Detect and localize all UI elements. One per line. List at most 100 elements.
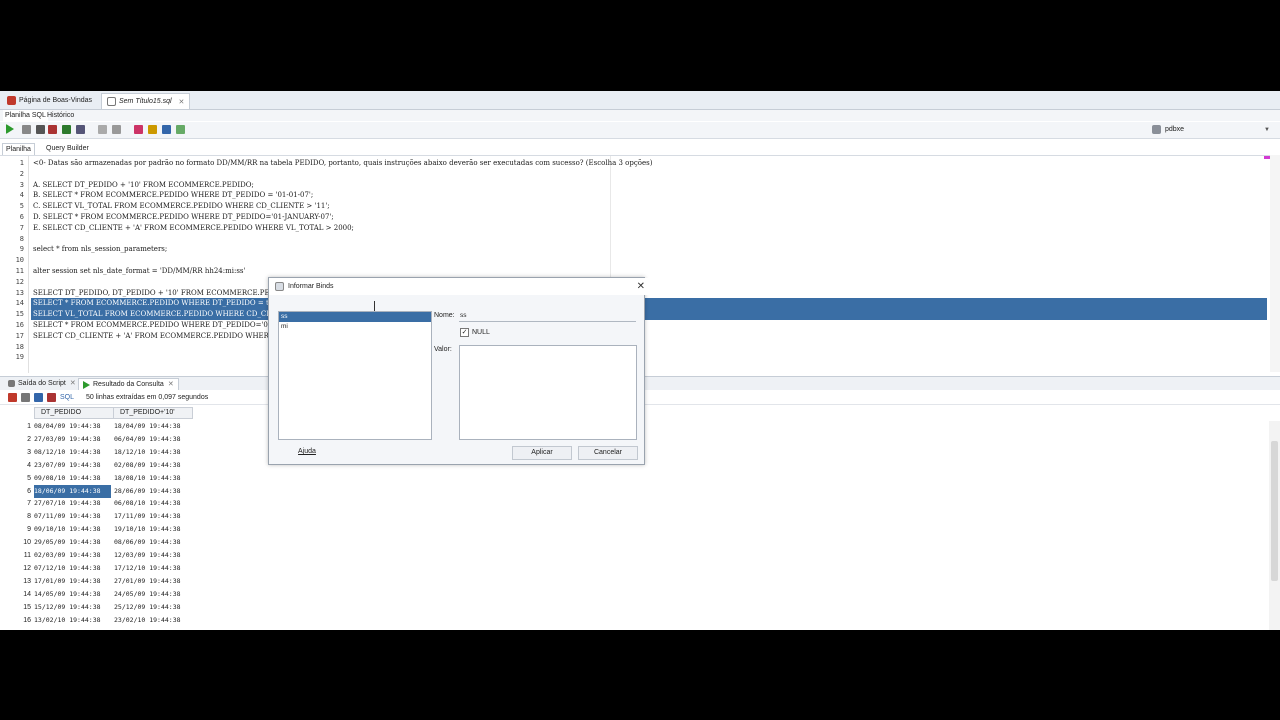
table-cell[interactable]: 27/01/09 19:44:38 — [114, 575, 191, 588]
table-cell[interactable]: 13/02/10 19:44:38 — [34, 614, 111, 627]
tab-history[interactable]: Histórico — [45, 110, 76, 121]
table-cell[interactable]: 27/03/09 19:44:38 — [34, 433, 111, 446]
table-cell[interactable]: 02/08/09 19:44:38 — [114, 459, 191, 472]
refresh-icon[interactable] — [34, 392, 43, 402]
table-cell[interactable]: 23/02/10 19:44:38 — [114, 614, 191, 627]
code-line[interactable]: E. SELECT CD_CLIENTE + 'A' FROM ECOMMERC… — [33, 223, 354, 234]
code-line[interactable]: C. SELECT VL_TOTAL FROM ECOMMERCE.PEDIDO… — [33, 201, 330, 212]
format-icon[interactable] — [148, 125, 157, 134]
table-cell[interactable]: 15/12/09 19:44:38 — [34, 601, 111, 614]
row-number[interactable]: 1 — [14, 420, 31, 433]
code-line[interactable]: select * from nls_session_parameters; — [33, 244, 167, 255]
table-cell[interactable]: 08/06/09 19:44:38 — [114, 536, 191, 549]
tab-worksheet[interactable]: Planilha — [2, 143, 35, 155]
code-line[interactable]: SELECT VL_TOTAL FROM ECOMMERCE.PEDIDO WH… — [33, 309, 285, 320]
connection-selector[interactable]: pdbxe ▼ — [1152, 124, 1270, 135]
row-number[interactable]: 13 — [14, 575, 31, 588]
code-line[interactable]: SELECT CD_CLIENTE + 'A' FROM ECOMMERCE.P… — [33, 331, 276, 342]
table-cell[interactable]: 18/04/09 19:44:38 — [114, 420, 191, 433]
sql-link[interactable]: SQL — [60, 394, 74, 401]
table-cell[interactable]: 06/08/10 19:44:38 — [114, 497, 191, 510]
table-cell[interactable]: 29/05/09 19:44:38 — [34, 536, 111, 549]
table-cell[interactable]: 07/11/09 19:44:38 — [34, 510, 111, 523]
row-number[interactable]: 8 — [14, 510, 31, 523]
tab-sql-file[interactable]: Sem Título15.sql ✕ — [101, 93, 191, 109]
bind-list-item[interactable]: ss — [279, 312, 431, 322]
column-header[interactable]: DT_PEDIDO+'10' — [113, 407, 193, 419]
table-cell[interactable]: 12/03/09 19:44:38 — [114, 549, 191, 562]
result-scrollbar[interactable] — [1269, 421, 1280, 630]
row-number[interactable]: 11 — [14, 549, 31, 562]
editor-scrollbar[interactable] — [1270, 155, 1280, 372]
table-cell[interactable]: 19/10/10 19:44:38 — [114, 523, 191, 536]
help-button[interactable]: Ajuda — [295, 446, 319, 458]
table-cell[interactable]: 07/12/10 19:44:38 — [34, 562, 111, 575]
code-line[interactable]: A. SELECT DT_PEDIDO + '10' FROM ECOMMERC… — [33, 180, 254, 191]
close-icon[interactable]: ✕ — [637, 281, 645, 292]
row-number[interactable]: 3 — [14, 446, 31, 459]
unshared-icon[interactable] — [176, 125, 185, 134]
close-icon[interactable]: ✕ — [179, 98, 185, 106]
code-line[interactable]: <0- Datas são armazenadas por padrão no … — [33, 158, 652, 169]
tab-query-result[interactable]: Resultado da Consulta ✕ — [78, 378, 179, 390]
find-icon[interactable] — [162, 125, 171, 134]
table-cell[interactable]: 25/12/09 19:44:38 — [114, 601, 191, 614]
history-icon[interactable] — [112, 125, 121, 134]
run-script-icon[interactable] — [22, 125, 31, 134]
row-number[interactable]: 6 — [14, 485, 31, 498]
apply-button[interactable]: Aplicar — [512, 446, 572, 460]
row-number[interactable]: 7 — [14, 497, 31, 510]
pin-icon[interactable] — [8, 392, 17, 402]
table-cell[interactable]: 24/05/09 19:44:38 — [114, 588, 191, 601]
value-field[interactable] — [459, 345, 637, 440]
export-icon[interactable] — [47, 392, 56, 402]
code-line[interactable]: D. SELECT * FROM ECOMMERCE.PEDIDO WHERE … — [33, 212, 334, 223]
table-cell[interactable]: 18/08/10 19:44:38 — [114, 472, 191, 485]
code-line[interactable]: SELECT DT_PEDIDO, DT_PEDIDO + '10' FROM … — [33, 288, 270, 299]
close-icon[interactable]: ✕ — [168, 379, 174, 390]
row-number[interactable]: 9 — [14, 523, 31, 536]
close-icon[interactable]: ✕ — [70, 378, 76, 389]
explain-plan-icon[interactable] — [62, 125, 71, 134]
table-cell[interactable]: 17/12/10 19:44:38 — [114, 562, 191, 575]
row-number[interactable]: 4 — [14, 459, 31, 472]
row-number[interactable]: 10 — [14, 536, 31, 549]
print-icon[interactable] — [21, 392, 30, 402]
row-number[interactable]: 16 — [14, 614, 31, 627]
row-number[interactable]: 5 — [14, 472, 31, 485]
table-cell[interactable]: 08/12/10 19:44:38 — [34, 446, 111, 459]
table-cell[interactable]: 28/06/09 19:44:38 — [114, 485, 191, 498]
run-statement-icon[interactable] — [6, 124, 14, 134]
table-cell[interactable]: 27/07/10 19:44:38 — [34, 497, 111, 510]
name-field[interactable]: ss — [459, 311, 636, 322]
table-cell[interactable]: 08/04/09 19:44:38 — [34, 420, 111, 433]
row-number[interactable]: 2 — [14, 433, 31, 446]
column-header[interactable]: DT_PEDIDO — [34, 407, 114, 419]
bind-list-item[interactable]: mi — [279, 322, 431, 332]
scroll-thumb[interactable] — [1271, 441, 1278, 581]
table-cell[interactable]: 09/08/10 19:44:38 — [34, 472, 111, 485]
table-cell[interactable]: 17/01/09 19:44:38 — [34, 575, 111, 588]
table-cell[interactable]: 09/10/10 19:44:38 — [34, 523, 111, 536]
table-cell[interactable]: 02/03/09 19:44:38 — [34, 549, 111, 562]
clear-icon[interactable] — [98, 125, 107, 134]
row-number[interactable]: 15 — [14, 601, 31, 614]
table-cell[interactable]: 23/07/09 19:44:38 — [34, 459, 111, 472]
commit-icon[interactable] — [36, 125, 45, 134]
row-number[interactable]: 14 — [14, 588, 31, 601]
table-cell[interactable]: 17/11/09 19:44:38 — [114, 510, 191, 523]
bind-list[interactable]: ss mi — [278, 311, 432, 440]
cancel-button[interactable]: Cancelar — [578, 446, 638, 460]
tab-welcome-page[interactable]: Página de Boas-Vindas — [2, 93, 97, 108]
code-line[interactable]: SELECT * FROM ECOMMERCE.PEDIDO WHERE DT_… — [33, 298, 273, 309]
code-line[interactable]: alter session set nls_date_format = 'DD/… — [33, 266, 245, 277]
null-checkbox[interactable]: ✓ NULL — [460, 328, 490, 337]
tune-icon[interactable] — [134, 125, 143, 134]
tab-query-builder[interactable]: Query Builder — [43, 143, 92, 154]
rollback-icon[interactable] — [48, 125, 57, 134]
table-cell[interactable]: 18/12/10 19:44:38 — [114, 446, 191, 459]
tab-sql-worksheet[interactable]: Planilha SQL — [3, 110, 48, 121]
code-line[interactable]: B. SELECT * FROM ECOMMERCE.PEDIDO WHERE … — [33, 190, 313, 201]
table-cell[interactable]: 14/05/09 19:44:38 — [34, 588, 111, 601]
tab-script-output[interactable]: Saída do Script ✕ — [4, 378, 80, 389]
